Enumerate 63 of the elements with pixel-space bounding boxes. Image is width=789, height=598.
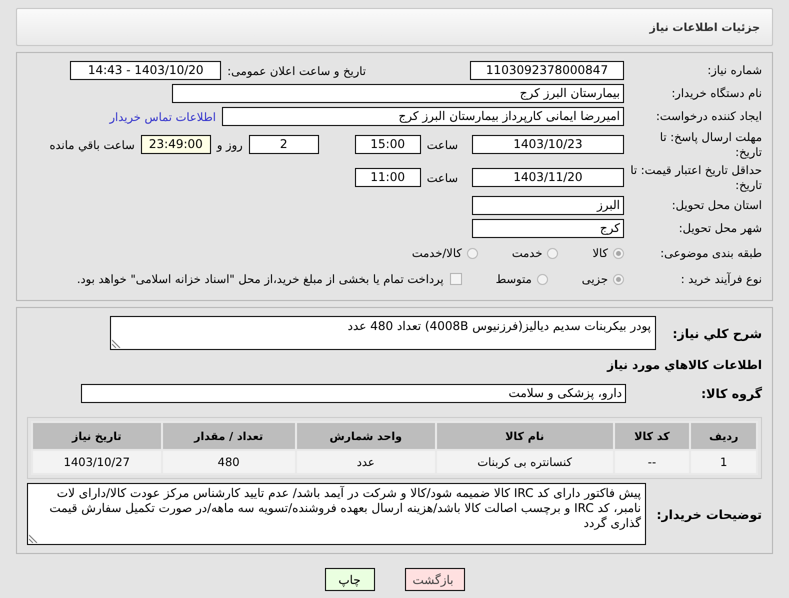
field-label: تاریخ و ساعت اعلان عمومی:: [227, 64, 366, 78]
radio-button[interactable]: [613, 248, 624, 258]
date-field: 1403/11/20: [472, 168, 624, 187]
field-label: ساعت: [426, 138, 458, 152]
resize-grip-icon[interactable]: [29, 534, 38, 543]
buyer-notes-field: پیش فاکتور دارای کد IRC کالا ضمیمه شود/کالا و شرکت در آیمد باشد/ عدم تایید کارشناس مرکز عودت کالا/دارای لات نامبر، کد IRC و برچسب اصالت کالا باشد/هزینه ارسال بعهده فروشنده/تسویه سه ماهه/در صورت تکمیل سفارش قیمت گذاری گردد: [27, 483, 646, 545]
section-heading: اطلاعات کالاهاي مورد نیاز: [606, 358, 762, 372]
checkbox-label: پرداخت تمام یا بخشی از مبلغ خرید،از محل "اسناد خزانه اسلامی" خواهد بود.: [76, 272, 444, 286]
buyer-contact-link[interactable]: اطلاعات تماس خریدار: [109, 110, 216, 124]
column-header: نام کالا: [436, 422, 614, 450]
column-header: ردیف: [690, 422, 757, 450]
field-label: ساعت: [426, 170, 458, 184]
radio-button[interactable]: [613, 274, 624, 284]
table-cell: 1: [690, 450, 757, 474]
radio-label: جزیی: [582, 272, 608, 286]
field-label: شرح کلي نیاز:: [672, 326, 762, 340]
radio-button[interactable]: [536, 274, 548, 284]
requester-field: امیررضا ایمانی کارپرداز بیمارستان البرز کرج: [222, 107, 624, 126]
need-number-field: 1103092378000847: [470, 61, 624, 80]
table-cell: کنسانتره بی کربنات: [436, 450, 614, 474]
table-cell: 1403/10/27: [32, 450, 162, 474]
date-field: 1403/10/23: [472, 135, 624, 154]
field-label: استان محل تحویل:: [670, 198, 762, 213]
table-cell: 480: [162, 450, 296, 474]
radio-label: کالا/خدمت: [412, 246, 462, 260]
table-cell: --: [614, 450, 690, 474]
time-field: 15:00: [354, 135, 421, 154]
radio-label: کالا: [592, 246, 608, 260]
field-label: گروه کالا:: [700, 386, 762, 401]
field-label: نوع فرآیند خرید :: [680, 272, 762, 286]
radio-button[interactable]: [547, 248, 558, 258]
goods-group-field: دارو، پزشکی و سلامت: [81, 384, 626, 403]
description-field: پودر بیکربنات سدیم دیالیز(فرزنیوس 4008B) تعداد 480 عدد: [110, 316, 656, 350]
announce-date-field: 1403/10/20 - 14:43: [70, 61, 222, 80]
column-header: تاریخ نیاز: [32, 422, 162, 450]
field-label: مهلت ارسال پاسخ: تا تاریخ:: [658, 130, 762, 160]
buyer-org-field: بیمارستان البرز کرج: [172, 84, 624, 103]
field-label: شماره نیاز:: [706, 63, 762, 78]
page-title: جزئیات اطلاعات نیاز: [650, 20, 760, 34]
table-cell: عدد: [296, 450, 436, 474]
field-label: شهر محل تحویل:: [678, 221, 762, 236]
back-button[interactable]: بازگشت: [404, 568, 464, 591]
column-header: واحد شمارش: [296, 422, 436, 450]
checkbox[interactable]: [450, 273, 462, 285]
field-label: ساعت باقي مانده: [50, 138, 135, 152]
days-field: 2: [248, 135, 319, 154]
radio-button[interactable]: [466, 248, 478, 258]
field-label: ایجاد کننده درخواست:: [655, 109, 762, 124]
city-field: کرج: [472, 219, 624, 238]
field-label: توضیحات خریدار:: [655, 506, 762, 522]
radio-label: خدمت: [512, 246, 542, 260]
remaining-time-field: 23:49:00: [140, 135, 211, 154]
radio-label: متوسط: [496, 272, 532, 286]
time-field: 11:00: [354, 168, 421, 187]
field-label: روز و: [216, 138, 243, 152]
print-button[interactable]: چاپ: [324, 568, 374, 591]
field-label: نام دستگاه خریدار:: [670, 86, 762, 101]
resize-grip-icon[interactable]: [112, 339, 121, 348]
column-header: کد کالا: [614, 422, 690, 450]
field-label: طبقه بندی موضوعی:: [659, 246, 762, 260]
province-field: البرز: [472, 196, 624, 215]
column-header: تعداد / مقدار: [162, 422, 296, 450]
field-label: حداقل تاریخ اعتبار قیمت: تا تاریخ:: [630, 162, 762, 192]
